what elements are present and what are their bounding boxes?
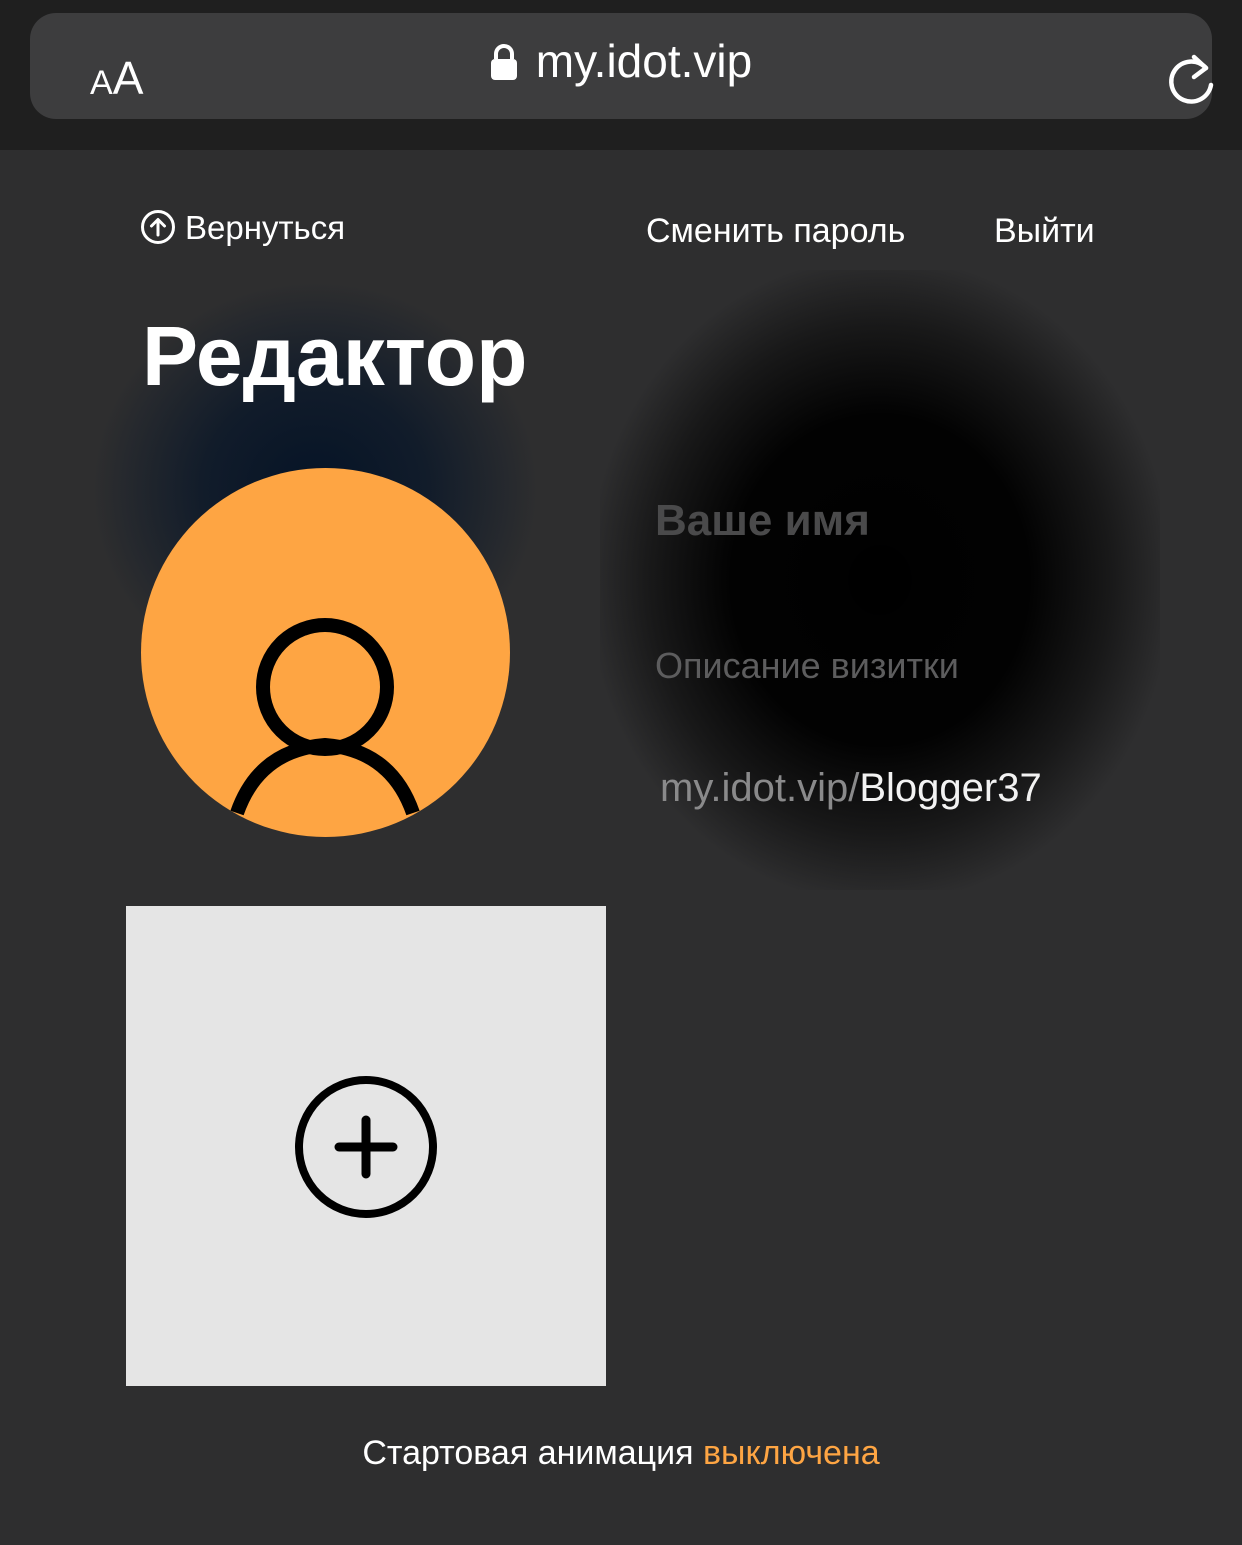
- plus-circle-icon: [295, 1076, 437, 1218]
- page-title: Редактор: [142, 309, 528, 403]
- add-block-button[interactable]: [126, 906, 606, 1386]
- start-animation-label: Стартовая анимация: [362, 1434, 694, 1472]
- description-input[interactable]: Описание визитки: [655, 646, 959, 686]
- url-text: my.idot.vip: [535, 35, 753, 87]
- lock-icon: [490, 44, 517, 80]
- url-display[interactable]: my.idot.vip: [0, 38, 1242, 84]
- back-label: Вернуться: [185, 209, 346, 246]
- profile-url-slug[interactable]: Blogger37: [859, 766, 1041, 810]
- profile-url-field[interactable]: my.idot.vip/Blogger37: [660, 766, 1042, 810]
- profile-url-prefix: my.idot.vip/: [660, 766, 860, 810]
- page-content: Вернуться Сменить пароль Выйти Редактор …: [0, 150, 1242, 1545]
- name-input[interactable]: Ваше имя: [655, 496, 870, 546]
- arrow-up-circle-icon: [141, 210, 175, 244]
- change-password-link[interactable]: Сменить пароль: [646, 212, 905, 250]
- user-icon: [230, 618, 420, 816]
- start-animation-toggle[interactable]: выключена: [703, 1434, 880, 1472]
- logout-link[interactable]: Выйти: [994, 212, 1095, 250]
- avatar[interactable]: [141, 468, 510, 837]
- back-link[interactable]: Вернуться: [140, 209, 345, 247]
- start-animation-setting: Стартовая анимация выключена: [0, 1434, 1242, 1472]
- browser-chrome: AA my.idot.vip: [0, 0, 1242, 150]
